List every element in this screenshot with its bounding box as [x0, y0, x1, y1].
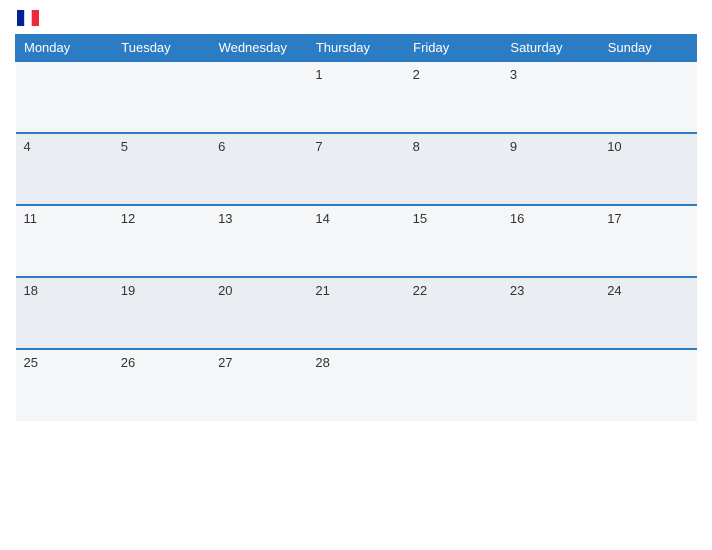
calendar-container: MondayTuesdayWednesdayThursdayFridaySatu… — [0, 0, 712, 550]
day-header-wednesday: Wednesday — [210, 35, 307, 62]
calendar-cell: 1 — [307, 61, 404, 133]
calendar-cell: 22 — [405, 277, 502, 349]
calendar-cell: 4 — [16, 133, 113, 205]
week-row: 45678910 — [16, 133, 697, 205]
calendar-cell: 26 — [113, 349, 210, 421]
calendar-cell — [502, 349, 599, 421]
calendar-cell: 5 — [113, 133, 210, 205]
calendar-cell: 24 — [599, 277, 696, 349]
day-header-monday: Monday — [16, 35, 113, 62]
calendar-cell: 14 — [307, 205, 404, 277]
calendar-cell — [599, 349, 696, 421]
calendar-table: MondayTuesdayWednesdayThursdayFridaySatu… — [15, 34, 697, 421]
calendar-cell: 23 — [502, 277, 599, 349]
calendar-cell: 16 — [502, 205, 599, 277]
day-header-sunday: Sunday — [599, 35, 696, 62]
calendar-header — [15, 10, 697, 26]
calendar-cell: 19 — [113, 277, 210, 349]
calendar-cell: 28 — [307, 349, 404, 421]
calendar-cell: 3 — [502, 61, 599, 133]
day-headers-row: MondayTuesdayWednesdayThursdayFridaySatu… — [16, 35, 697, 62]
calendar-cell: 15 — [405, 205, 502, 277]
calendar-cell: 17 — [599, 205, 696, 277]
week-row: 25262728 — [16, 349, 697, 421]
calendar-cell — [405, 349, 502, 421]
week-row: 123 — [16, 61, 697, 133]
calendar-cell: 7 — [307, 133, 404, 205]
calendar-cell: 11 — [16, 205, 113, 277]
day-header-saturday: Saturday — [502, 35, 599, 62]
calendar-thead: MondayTuesdayWednesdayThursdayFridaySatu… — [16, 35, 697, 62]
calendar-cell: 8 — [405, 133, 502, 205]
calendar-cell: 2 — [405, 61, 502, 133]
logo-flag-icon — [17, 10, 39, 26]
day-header-tuesday: Tuesday — [113, 35, 210, 62]
calendar-cell: 25 — [16, 349, 113, 421]
calendar-cell — [16, 61, 113, 133]
calendar-cell: 6 — [210, 133, 307, 205]
calendar-cell — [599, 61, 696, 133]
day-header-friday: Friday — [405, 35, 502, 62]
calendar-cell: 9 — [502, 133, 599, 205]
calendar-cell: 21 — [307, 277, 404, 349]
day-header-thursday: Thursday — [307, 35, 404, 62]
calendar-cell: 27 — [210, 349, 307, 421]
calendar-cell: 20 — [210, 277, 307, 349]
calendar-tbody: 1234567891011121314151617181920212223242… — [16, 61, 697, 421]
week-row: 11121314151617 — [16, 205, 697, 277]
week-row: 18192021222324 — [16, 277, 697, 349]
logo — [15, 10, 39, 26]
calendar-cell — [210, 61, 307, 133]
calendar-cell: 12 — [113, 205, 210, 277]
calendar-cell: 10 — [599, 133, 696, 205]
calendar-cell: 18 — [16, 277, 113, 349]
calendar-cell: 13 — [210, 205, 307, 277]
calendar-cell — [113, 61, 210, 133]
